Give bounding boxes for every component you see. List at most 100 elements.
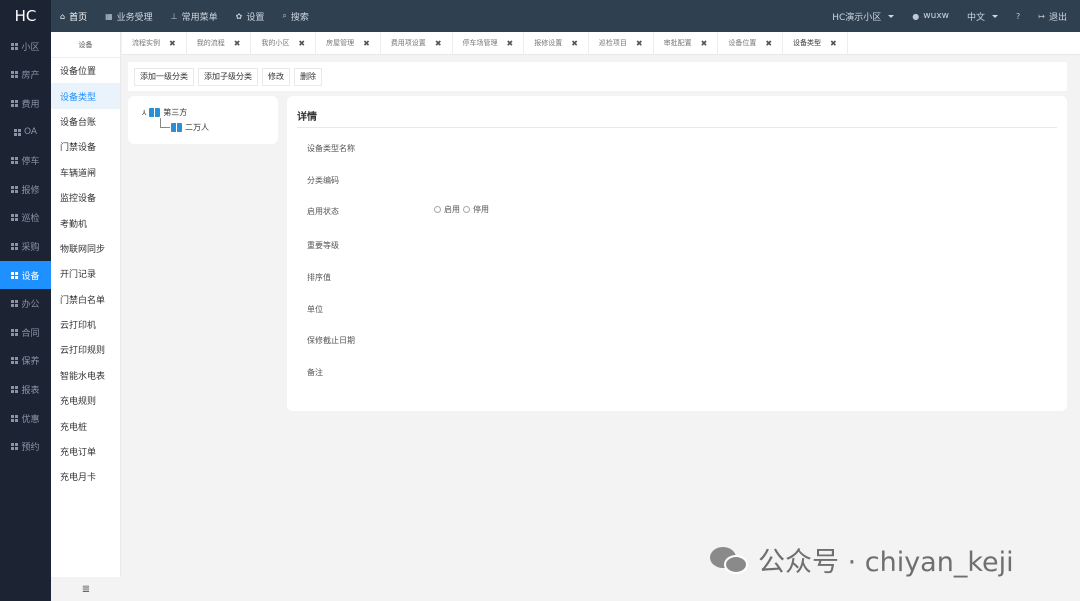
close-icon[interactable]: ✖ [298, 39, 305, 48]
close-icon[interactable]: ✖ [169, 39, 176, 48]
community-dropdown[interactable]: HC演示小区 [823, 0, 903, 32]
tab-label: 停车场管理 [462, 39, 498, 47]
submenu-item[interactable]: 物联网同步 [51, 236, 120, 261]
tree-toggle-icon[interactable]: ⅄ [142, 109, 146, 117]
sidebar-item[interactable]: 优惠 [0, 404, 51, 433]
add-top-category-button[interactable]: 添加一级分类 [134, 67, 194, 86]
tab[interactable]: 报修设置 ✖ [524, 32, 589, 54]
submenu-item[interactable]: 充电月卡 [51, 464, 120, 489]
submenu-item[interactable]: 云打印机 [51, 312, 120, 337]
sidebar-item[interactable]: 办公 [0, 289, 51, 318]
tab[interactable]: 设备类型 ✖ [783, 32, 848, 54]
edit-button[interactable]: 修改 [262, 67, 290, 86]
tab[interactable]: 设备位置 ✖ [718, 32, 784, 54]
close-icon[interactable]: ✖ [507, 39, 514, 48]
sidebar-item[interactable]: 停车 [0, 146, 51, 175]
list-icon: ≣ [81, 583, 91, 595]
app-logo[interactable]: HC [0, 0, 51, 32]
close-icon[interactable]: ✖ [363, 39, 370, 48]
submenu-item[interactable]: 智能水电表 [51, 363, 120, 388]
tree-node-root[interactable]: ⅄ 第三方 [142, 107, 187, 118]
close-icon[interactable]: ✖ [571, 39, 578, 48]
question-icon: ? [1016, 11, 1021, 21]
tab[interactable]: 停车场管理 ✖ [453, 32, 525, 54]
nav-business[interactable]: ▦ 业务受理 [96, 0, 162, 32]
sidebar-item[interactable]: 小区 [0, 32, 51, 61]
collapse-menu-button[interactable]: ≣ [51, 577, 121, 601]
nav-common-menu[interactable]: ⊥ 常用菜单 [162, 0, 227, 32]
tab[interactable]: 审批配置 ✖ [654, 32, 719, 54]
tab[interactable]: 巡检项目 ✖ [589, 32, 654, 54]
radio-enabled[interactable] [434, 206, 441, 213]
chevron-down-icon [888, 14, 895, 18]
sidebar-item[interactable]: 巡检 [0, 204, 51, 233]
help-button[interactable]: ? [1007, 0, 1029, 32]
sidebar-item[interactable]: 费用 [0, 89, 51, 118]
close-icon[interactable]: ✖ [435, 39, 442, 48]
close-icon[interactable]: ✖ [701, 39, 708, 48]
sidebar-item[interactable]: 房产 [0, 61, 51, 90]
nav-home[interactable]: ⌂ 首页 [51, 0, 96, 32]
sidebar-item-label: OA [23, 127, 38, 138]
logout-button[interactable]: ↦ 退出 [1029, 0, 1076, 32]
detail-title: 详情 [297, 112, 317, 123]
sidebar-item[interactable]: 报修 [0, 175, 51, 204]
user-menu[interactable]: ● wuxw [903, 0, 958, 32]
grid-icon [11, 157, 19, 165]
tab[interactable]: 房屋管理 ✖ [316, 32, 381, 54]
field-sort: 排序值 [307, 273, 331, 282]
tab[interactable]: 我的流程 ✖ [187, 32, 252, 54]
submenu-item[interactable]: 充电规则 [51, 388, 120, 413]
delete-button[interactable]: 删除 [294, 67, 322, 86]
close-icon[interactable]: ✖ [234, 39, 241, 48]
nav-search[interactable]: ⌕ 搜索 [273, 0, 318, 32]
submenu-item[interactable]: 云打印规则 [51, 337, 120, 362]
add-child-category-button[interactable]: 添加子级分类 [198, 67, 258, 86]
folder-icon [149, 108, 161, 117]
submenu-item[interactable]: 设备位置 [51, 58, 120, 83]
close-icon[interactable]: ✖ [636, 39, 643, 48]
nav-settings[interactable]: ✿ 设置 [227, 0, 274, 32]
wechat-icon [710, 545, 750, 575]
chevron-down-icon [992, 14, 999, 18]
submenu-item[interactable]: 开门记录 [51, 261, 120, 286]
submenu-item[interactable]: 门禁白名单 [51, 287, 120, 312]
sidebar-item[interactable]: 合同 [0, 318, 51, 347]
submenu-item[interactable]: 监控设备 [51, 185, 120, 210]
sidebar-item[interactable]: 设备 [0, 260, 51, 290]
radio-disabled[interactable] [463, 206, 470, 213]
grid-icon [11, 42, 19, 50]
status-radio-group: 启用 停用 [434, 204, 489, 215]
submenu-item[interactable]: 设备类型 [51, 83, 120, 109]
sidebar-item[interactable]: 采购 [0, 232, 51, 261]
submenu-item[interactable]: 充电订单 [51, 439, 120, 464]
language-dropdown[interactable]: 中文 [958, 0, 1007, 32]
sidebar-item-label: 设备 [21, 271, 40, 282]
search-icon: ⌕ [282, 11, 287, 20]
tab[interactable]: 流程实例 ✖ [122, 32, 187, 54]
sidebar-item-label: 保养 [21, 357, 40, 368]
tree-node-child[interactable]: 二万人 [171, 122, 209, 133]
nav-home-label: 首页 [69, 12, 88, 23]
close-icon[interactable]: ✖ [830, 39, 837, 48]
submenu-item[interactable]: 门禁设备 [51, 134, 120, 159]
field-unit: 单位 [307, 305, 323, 314]
sidebar-item[interactable]: OA [0, 118, 51, 147]
grid-icon [11, 214, 19, 222]
field-type-name: 设备类型名称 [307, 144, 355, 153]
tab[interactable]: 我的小区 ✖ [251, 32, 317, 54]
tab-label: 我的小区 [261, 39, 290, 47]
tab[interactable]: 费用项设置 ✖ [381, 32, 453, 54]
close-icon[interactable]: ✖ [765, 39, 772, 48]
sidebar-item[interactable]: 报表 [0, 375, 51, 404]
submenu-item[interactable]: 充电桩 [51, 413, 120, 438]
submenu-item[interactable]: 考勤机 [51, 210, 120, 235]
sidebar-item[interactable]: 预约 [0, 432, 51, 461]
sidebar-item[interactable]: 保养 [0, 347, 51, 376]
sidebar-item-label: 报修 [21, 185, 40, 196]
grid-icon [11, 328, 19, 336]
submenu-item[interactable]: 车辆道闸 [51, 160, 120, 185]
user-icon: ● [912, 11, 920, 21]
submenu-item[interactable]: 设备台账 [51, 109, 120, 134]
tab-label: 审批配置 [663, 39, 692, 47]
